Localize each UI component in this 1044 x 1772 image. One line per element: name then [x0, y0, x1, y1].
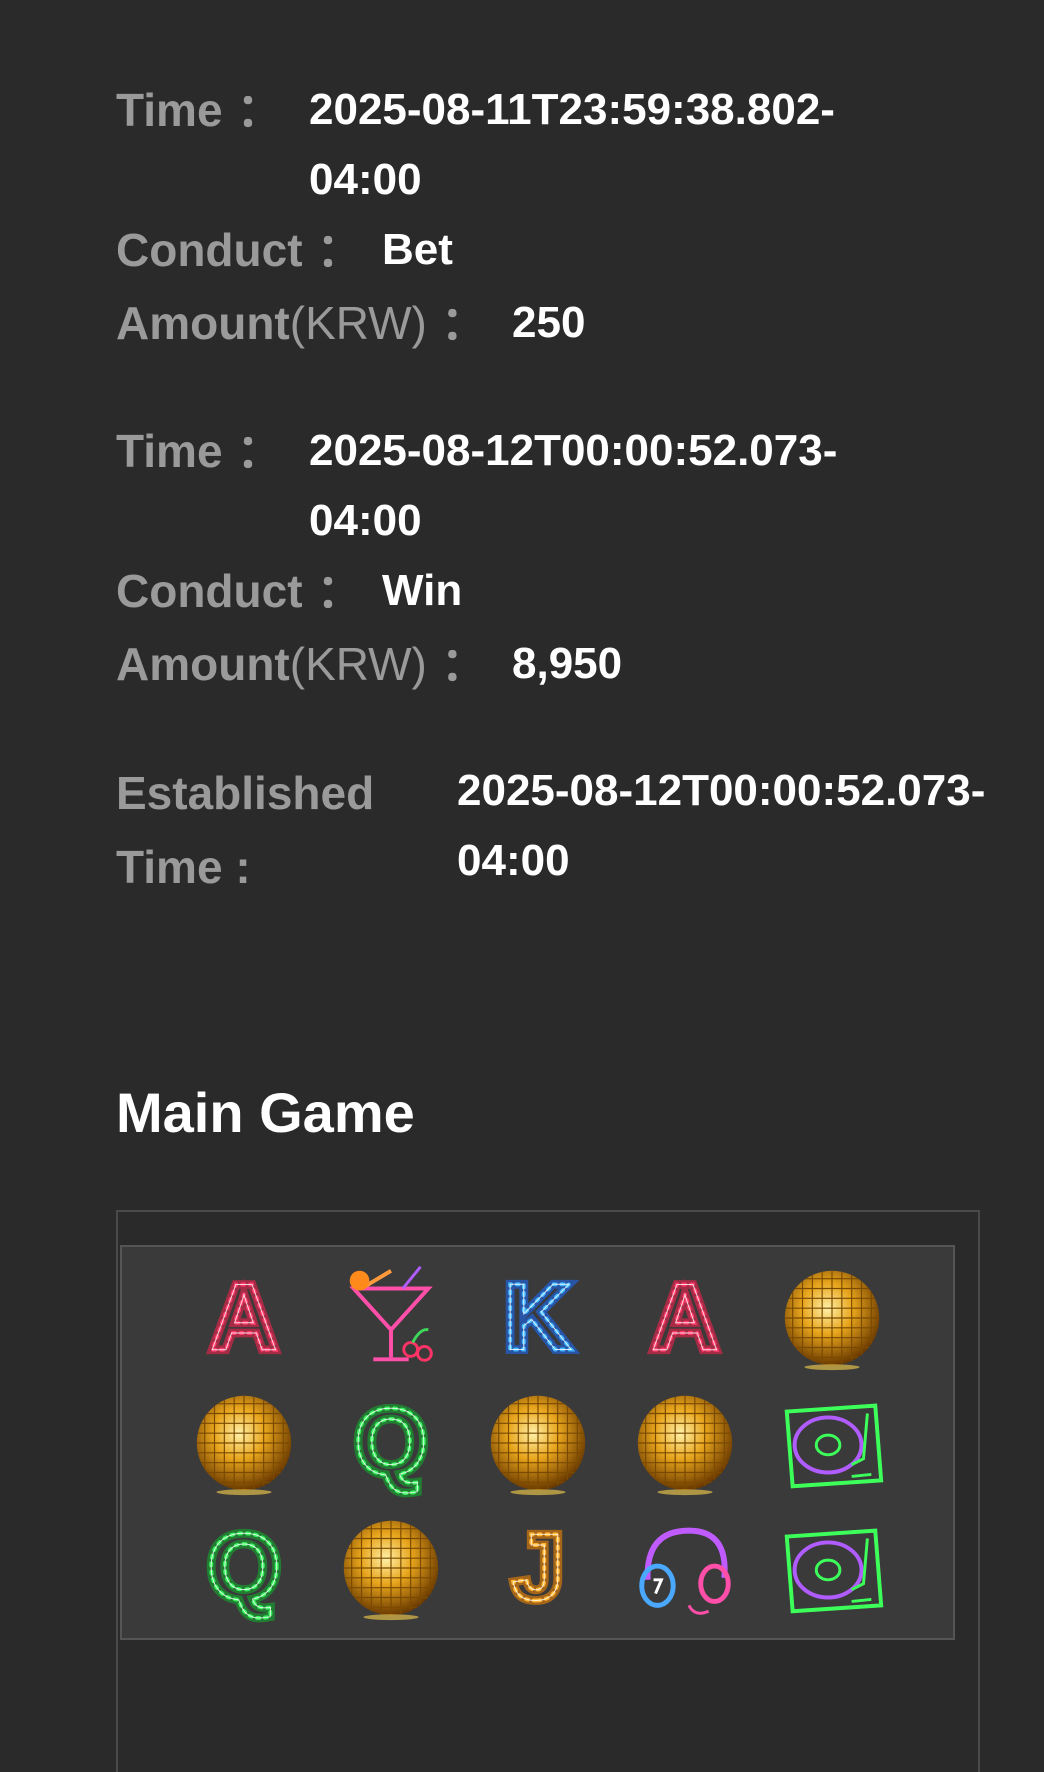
time-row: Time ：	[116, 416, 283, 486]
colon: ：	[236, 425, 283, 477]
turntable-icon	[773, 1509, 891, 1627]
disco-ball-icon	[479, 1384, 597, 1502]
conduct-label: Conduct	[116, 565, 303, 617]
reel-cell	[758, 1380, 905, 1505]
colon: ：	[316, 224, 363, 276]
reel-cell: J J J	[464, 1505, 611, 1630]
svg-text:A: A	[209, 1265, 277, 1370]
reel-cell	[758, 1255, 905, 1380]
svg-text:A: A	[650, 1265, 718, 1370]
disco-ball-icon	[332, 1509, 450, 1627]
svg-text:Q: Q	[207, 1515, 280, 1620]
disco-ball-icon	[185, 1384, 303, 1502]
time-value: 2025-08-11T23:59:38.802-04:00	[309, 85, 835, 204]
conduct-row: Conduct ：	[116, 215, 363, 285]
cocktail-neon-icon	[332, 1259, 450, 1377]
amount-row: Amount(KRW) ：	[116, 288, 487, 358]
disco-ball-icon	[626, 1384, 744, 1502]
K-blue-neon-icon: K K K	[479, 1259, 597, 1377]
A-red-neon-icon: A A A	[185, 1259, 303, 1377]
reel-cell: A A A	[170, 1255, 317, 1380]
colon: ：	[440, 297, 487, 349]
reel-cell: Q Q Q	[317, 1380, 464, 1505]
disco-ball-icon	[773, 1259, 891, 1377]
J-orange-neon-icon: J J J	[479, 1509, 597, 1627]
Q-green-neon-icon: Q Q Q	[185, 1509, 303, 1627]
reel-cell	[170, 1380, 317, 1505]
amount-label: Amount(KRW)	[116, 297, 427, 349]
svg-text:K: K	[503, 1265, 571, 1370]
reel-cell: A A A	[611, 1255, 758, 1380]
reel-cell: K K K	[464, 1255, 611, 1380]
amount-row: Amount(KRW) ：	[116, 629, 487, 699]
turntable-icon	[773, 1384, 891, 1502]
section-title-main-game: Main Game	[116, 1081, 415, 1144]
reel-cell: Q Q Q	[170, 1505, 317, 1630]
time-label: Time	[116, 84, 223, 136]
amount-label: Amount(KRW)	[116, 638, 427, 690]
A-red-neon-icon: A A A	[626, 1259, 744, 1377]
conduct-label: Conduct	[116, 224, 303, 276]
time-value: 2025-08-12T00:00:52.073-04:00	[309, 426, 838, 545]
reel-cell	[464, 1380, 611, 1505]
amount-value: 250	[512, 298, 586, 347]
conduct-value: Bet	[382, 225, 453, 274]
reel-cell	[611, 1505, 758, 1630]
colon: ：	[440, 638, 487, 690]
colon: ：	[236, 84, 283, 136]
amount-value: 8,950	[512, 639, 623, 688]
svg-text:Q: Q	[354, 1390, 427, 1495]
slot-reel-grid: A A A K K K A A A Q Q Q Q Q Q J J J	[120, 1245, 955, 1640]
headphones-icon	[626, 1509, 744, 1627]
reel-cell	[611, 1380, 758, 1505]
svg-text:J: J	[511, 1515, 564, 1620]
time-label: Time	[116, 425, 223, 477]
conduct-value: Win	[382, 566, 463, 615]
reel-cell	[317, 1505, 464, 1630]
established-time-label: Established Time :	[116, 767, 375, 893]
colon: ：	[316, 565, 363, 617]
time-row: Time ：	[116, 75, 283, 145]
reel-cell	[758, 1505, 905, 1630]
established-time-value: 2025-08-12T00:00:52.073-04:00	[457, 766, 986, 885]
reel-cell	[317, 1255, 464, 1380]
conduct-row: Conduct ：	[116, 556, 363, 626]
Q-green-neon-icon: Q Q Q	[332, 1384, 450, 1502]
